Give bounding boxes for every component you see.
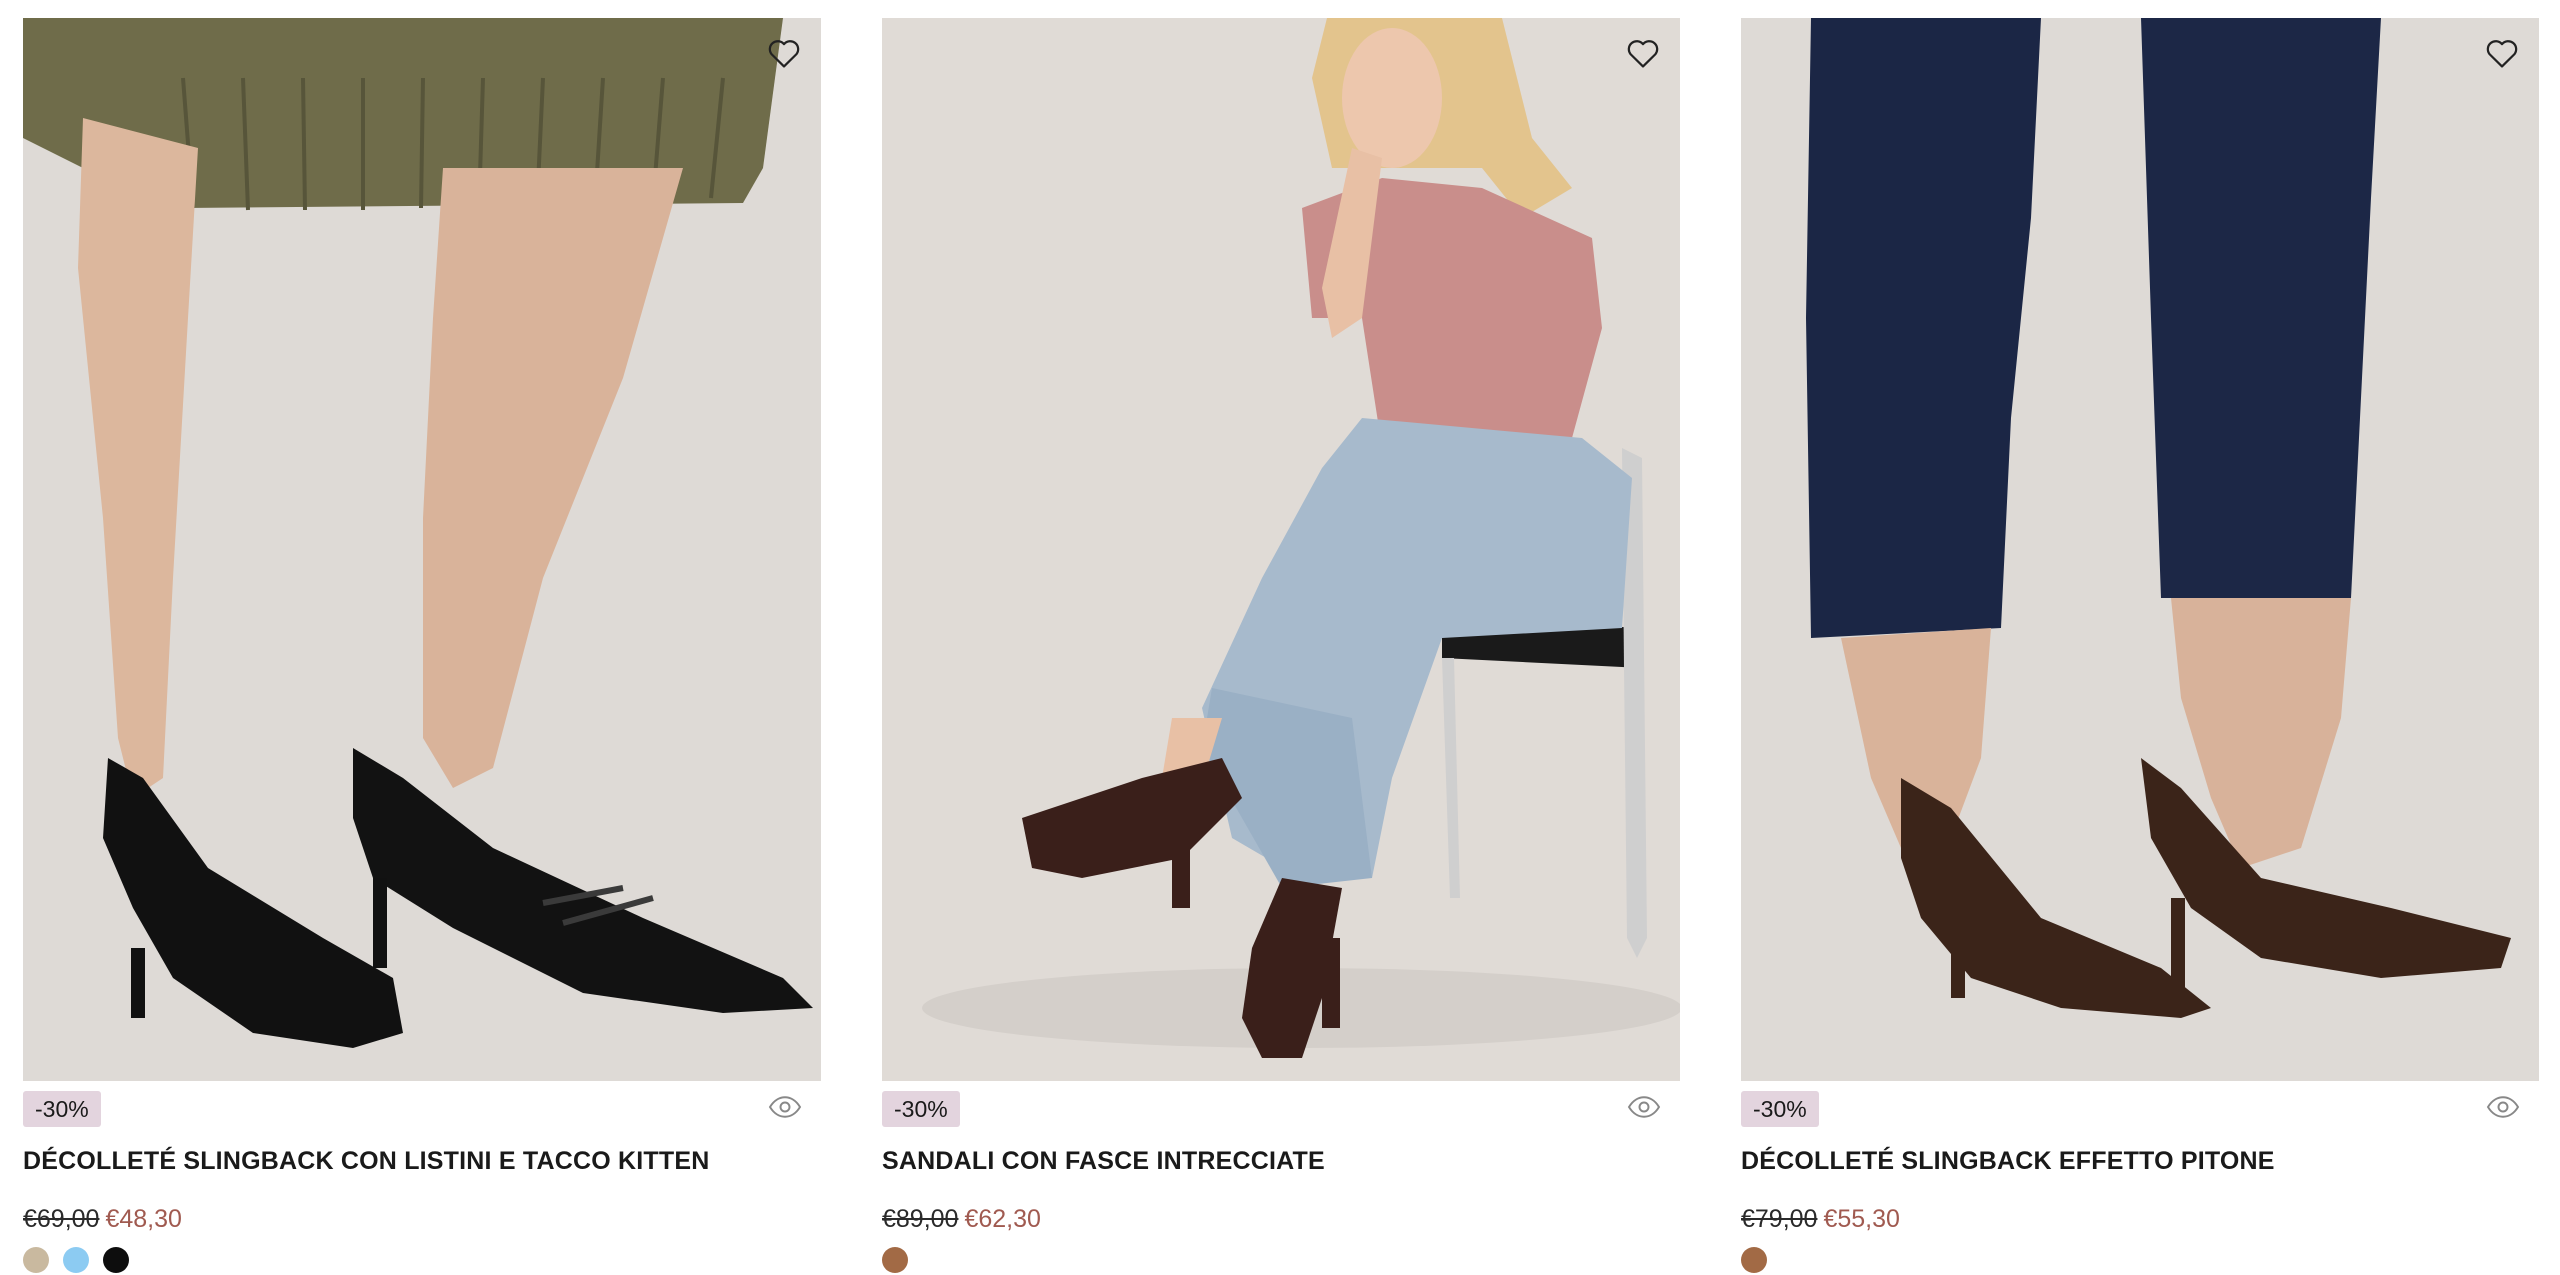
quick-view-button[interactable] [2483,1087,2523,1127]
original-price: €79,00 [1741,1205,1818,1233]
color-swatch-black[interactable] [103,1247,129,1273]
product-image[interactable] [1741,18,2539,1081]
price-block: €79,00 €55,30 [1741,1201,2539,1237]
product-title[interactable]: SANDALI CON FASCE INTRECCIATE [882,1143,1680,1179]
price-block: €89,00 €62,30 [882,1201,1680,1237]
product-title[interactable]: DÉCOLLETÉ SLINGBACK EFFETTO PITONE [1741,1143,2539,1179]
discount-badge: -30% [882,1091,960,1127]
original-price: €89,00 [882,1205,959,1233]
wishlist-button[interactable] [2479,30,2525,76]
discount-badge: -30% [23,1091,101,1127]
discount-badge: -30% [1741,1091,1819,1127]
wishlist-button[interactable] [761,30,807,76]
sale-price: €62,30 [964,1205,1041,1233]
product-photo[interactable] [882,18,1680,1081]
product-image[interactable] [23,18,821,1081]
product-photo[interactable] [23,18,821,1081]
product-meta-row: -30% [23,1087,821,1143]
color-swatch-light-blue[interactable] [63,1247,89,1273]
product-title[interactable]: DÉCOLLETÉ SLINGBACK CON LISTINI E TACCO … [23,1143,821,1179]
heart-outline-icon [768,40,800,68]
color-swatches [1741,1247,2539,1273]
color-swatch-brown[interactable] [882,1247,908,1273]
heart-outline-icon [1627,40,1659,68]
color-swatches [23,1247,821,1273]
product-card[interactable]: -30% DÉCOLLETÉ SLINGBACK EFFETTO PITONE … [1741,18,2539,1273]
product-image[interactable] [882,18,1680,1081]
color-swatch-beige[interactable] [23,1247,49,1273]
price-block: €69,00 €48,30 [23,1201,821,1237]
color-swatches [882,1247,1680,1273]
product-meta-row: -30% [1741,1087,2539,1143]
product-grid: -30% DÉCOLLETÉ SLINGBACK CON LISTINI E T… [0,0,2560,1275]
wishlist-button[interactable] [1620,30,1666,76]
eye-icon [2486,1096,2520,1118]
original-price: €69,00 [23,1205,100,1233]
sale-price: €55,30 [1823,1205,1900,1233]
product-photo[interactable] [1741,18,2539,1081]
sale-price: €48,30 [105,1205,182,1233]
eye-icon [1627,1096,1661,1118]
heart-outline-icon [2486,40,2518,68]
product-meta-row: -30% [882,1087,1680,1143]
product-card[interactable]: -30% DÉCOLLETÉ SLINGBACK CON LISTINI E T… [23,18,821,1273]
color-swatch-brown[interactable] [1741,1247,1767,1273]
product-card[interactable]: -30% SANDALI CON FASCE INTRECCIATE €89,0… [882,18,1680,1273]
quick-view-button[interactable] [765,1087,805,1127]
quick-view-button[interactable] [1624,1087,1664,1127]
eye-icon [768,1096,802,1118]
